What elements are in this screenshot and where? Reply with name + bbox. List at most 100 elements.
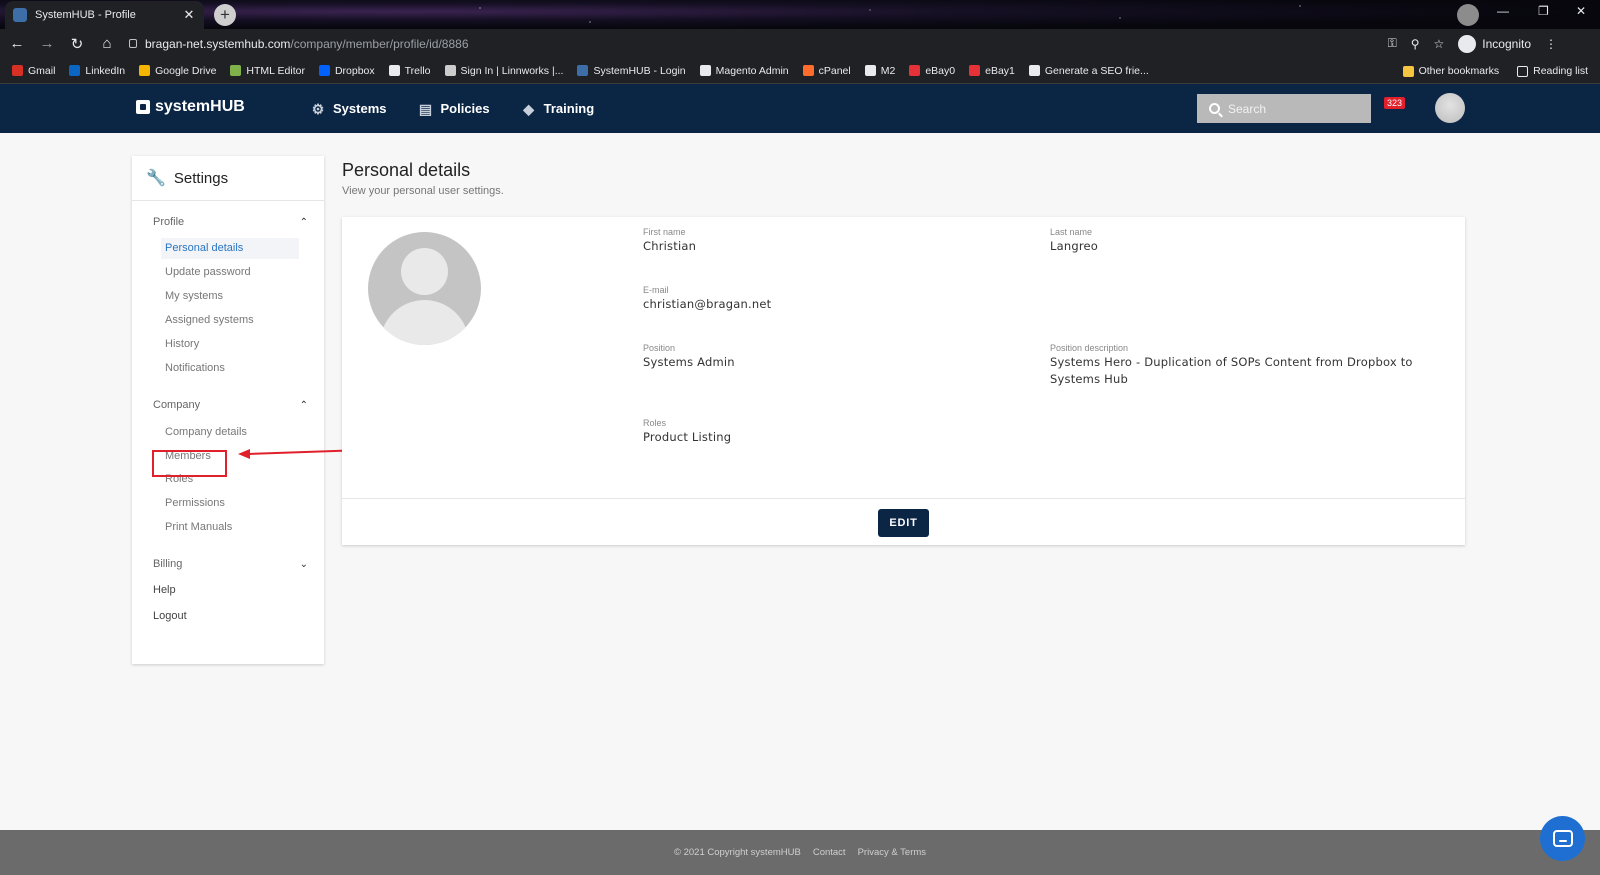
bookmark-label: M2 [880,64,896,77]
bookmark-favicon-icon [444,65,456,76]
first-name-label: First name [643,227,686,237]
nav-systems[interactable]: ⚙ Systems [311,100,387,117]
new-tab-button[interactable]: + [214,4,236,26]
roles-label: Roles [643,418,667,428]
position-value: Systems Admin [643,355,735,369]
minimize-window-icon[interactable]: — [1497,4,1509,18]
browser-tabbar: SystemHUB - Profile ✕ + — ❐ ✕ [0,0,1600,29]
bookmark-item[interactable]: Sign In | Linnworks |... [444,64,564,77]
zoom-icon[interactable]: ⚲ [1411,37,1420,51]
sidebar-section-billing[interactable]: Billing ⌄ [153,558,308,570]
bookmark-label: Dropbox [334,64,375,77]
reload-icon[interactable]: ↻ [64,35,90,53]
sidebar-item-logout[interactable]: Logout [153,610,187,622]
avatar-head [401,248,448,295]
browser-tab-active[interactable]: SystemHUB - Profile ✕ [5,1,204,29]
bookmark-favicon-icon [699,65,711,76]
bookmark-item[interactable]: Generate a SEO frie... [1028,65,1149,77]
sidebar-title: Settings [173,169,229,187]
restore-window-icon[interactable]: ❐ [1538,4,1549,18]
bookmark-item[interactable]: Google Drive [139,65,216,77]
sidebar-item-permissions[interactable]: Permissions [165,497,225,509]
bookmark-favicon-icon [802,65,814,76]
sidebar-section-profile[interactable]: Profile ⌃ [153,216,308,228]
bookmark-item[interactable]: Trello [388,64,431,77]
bookmark-label: Google Drive [155,64,217,77]
nav-training[interactable]: ◆ Training [522,101,594,116]
bookmark-item[interactable]: M2 [864,64,896,77]
other-bookmarks[interactable]: Other bookmarks [1402,65,1499,77]
edit-button[interactable]: EDIT [878,509,929,537]
bookmark-item[interactable]: eBay1 [969,65,1015,77]
chevron-up-icon: ⌃ [299,399,308,411]
key-icon[interactable]: ⚿ [1388,36,1397,51]
bookmark-favicon-icon [864,65,876,76]
folder-icon [1402,65,1414,77]
gear-icon: ⚙ [311,100,325,117]
email-value: christian@bragan.net [643,297,772,311]
notifications-button[interactable]: 323 [1384,97,1408,117]
bookmark-label: Gmail [28,64,56,77]
bookmark-item[interactable]: Dropbox [318,64,375,77]
bookmark-favicon-icon [1028,65,1040,76]
sidebar-item-help[interactable]: Help [153,584,176,596]
bookmark-label: Trello [404,64,431,77]
browser-toolbar: ← → ↻ ⌂ bragan-net.systemhub.com/company… [0,29,1600,58]
bookmark-star-icon[interactable]: ☆ [1434,37,1445,51]
incognito-icon [1458,34,1477,53]
close-tab-icon[interactable]: ✕ [182,7,196,23]
sidebar-item-history[interactable]: History [165,338,199,350]
close-window-icon[interactable]: ✕ [1576,4,1586,18]
sidebar-item-assigned-systems[interactable]: Assigned systems [165,314,254,326]
bookmark-favicon-icon [139,65,151,76]
bookmark-item[interactable]: cPanel [802,65,851,77]
chrome-profile-icon[interactable] [1457,4,1479,26]
address-bar[interactable]: bragan-net.systemhub.com/company/member/… [117,32,1577,55]
tabbar-background [0,0,1600,29]
forward-arrow-icon[interactable]: → [34,35,60,52]
incognito-indicator[interactable]: Incognito [1458,34,1531,53]
sidebar-item-notifications[interactable]: Notifications [165,362,225,374]
reading-list-icon [1517,65,1529,77]
nav-policies[interactable]: ▤ Policies [418,101,490,116]
back-arrow-icon[interactable]: ← [4,35,30,52]
sidebar-section-company[interactable]: Company ⌃ [153,399,308,411]
bookmark-item[interactable]: HTML Editor [230,65,305,77]
systemhub-logo[interactable]: systemHUB [136,98,245,116]
sidebar-item-my-systems[interactable]: My systems [165,290,223,302]
systemhub-favicon-icon [13,8,27,22]
annotation-highlight-box [152,450,227,477]
card-divider [342,498,1465,499]
personal-details-card: First name Christian Last name Langreo E… [342,217,1465,545]
bookmark-label: SystemHUB - Login [593,64,686,77]
position-description-label: Position description [1050,343,1129,353]
menu-kebab-icon[interactable]: ⋮ [1545,37,1557,51]
sidebar-item-company-details[interactable]: Company details [165,426,247,438]
last-name-label: Last name [1050,227,1093,237]
search-box[interactable] [1197,94,1371,123]
bookmark-item[interactable]: Magento Admin [699,65,789,77]
bookmark-label: LinkedIn [85,64,126,77]
reading-list[interactable]: Reading list [1517,65,1588,77]
bookmark-favicon-icon [12,65,23,76]
sidebar-item-personal-details[interactable]: Personal details [161,238,299,259]
page-subtitle: View your personal user settings. [342,185,504,197]
bookmark-label: Sign In | Linnworks |... [460,64,564,77]
footer-privacy-link[interactable]: Privacy & Terms [858,847,926,858]
sidebar-item-print-manuals[interactable]: Print Manuals [165,521,232,533]
url-host: bragan-net.systemhub.com [145,36,291,51]
bookmark-item[interactable]: eBay0 [909,65,955,77]
chat-support-button[interactable] [1540,816,1585,861]
sidebar-item-update-password[interactable]: Update password [165,266,251,278]
avatar-body [380,300,469,345]
bookmark-item[interactable]: Gmail [12,65,55,77]
search-input[interactable] [1228,101,1358,116]
bookmark-item[interactable]: LinkedIn [69,65,125,77]
bookmark-item[interactable]: SystemHUB - Login [577,64,686,77]
user-avatar[interactable] [1435,93,1465,123]
chevron-down-icon: ⌄ [299,558,308,570]
wrench-icon: 🔧 [146,170,166,187]
footer-contact-link[interactable]: Contact [813,847,846,858]
copyright-text: © 2021 Copyright systemHUB [673,847,801,858]
position-description-value: Systems Hero - Duplication of SOPs Conte… [1050,355,1413,386]
